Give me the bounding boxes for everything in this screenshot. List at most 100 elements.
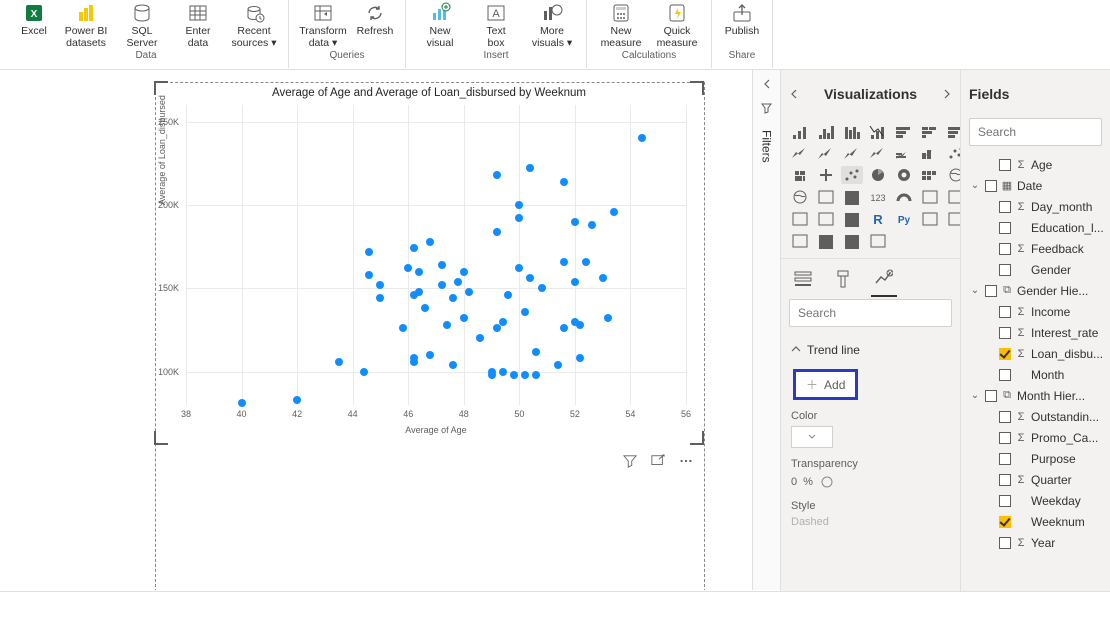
data-point[interactable] bbox=[449, 294, 457, 302]
data-point[interactable] bbox=[515, 264, 523, 272]
ribbon-publish-button[interactable]: Publish bbox=[718, 0, 766, 37]
collapse-icon[interactable] bbox=[789, 89, 799, 99]
field-age[interactable]: ΣAge bbox=[965, 154, 1106, 175]
visual-type-19[interactable] bbox=[919, 166, 941, 184]
ribbon-excel-button[interactable]: XExcel bbox=[10, 0, 58, 37]
field-checkbox[interactable] bbox=[999, 453, 1011, 465]
data-point[interactable] bbox=[415, 288, 423, 296]
data-point[interactable] bbox=[293, 396, 301, 404]
field-year[interactable]: ΣYear bbox=[965, 532, 1106, 553]
visual-type-17[interactable] bbox=[867, 166, 889, 184]
visual-type-15[interactable] bbox=[815, 166, 837, 184]
field-promo_ca-[interactable]: ΣPromo_Ca... bbox=[965, 427, 1106, 448]
visual-type-6[interactable] bbox=[945, 122, 960, 140]
data-point[interactable] bbox=[588, 221, 596, 229]
visual-type-0[interactable] bbox=[789, 122, 811, 140]
fields-search-input[interactable] bbox=[976, 124, 1110, 140]
visual-type-37[interactable] bbox=[841, 232, 863, 250]
field-feedback[interactable]: ΣFeedback bbox=[965, 238, 1106, 259]
field-checkbox[interactable] bbox=[999, 264, 1011, 276]
field-checkbox[interactable] bbox=[985, 285, 997, 297]
data-point[interactable] bbox=[499, 368, 507, 376]
visual-type-38[interactable] bbox=[867, 232, 889, 250]
scatter-chart[interactable]: Average of Age and Average of Loan_disbu… bbox=[156, 83, 702, 443]
ribbon-enter-button[interactable]: Enterdata bbox=[170, 0, 226, 49]
data-point[interactable] bbox=[515, 214, 523, 222]
ribbon-refresh-button[interactable]: Refresh bbox=[351, 0, 399, 37]
ribbon-transform-button[interactable]: Transformdata ▾ bbox=[295, 0, 351, 49]
visual-container[interactable]: Average of Age and Average of Loan_disbu… bbox=[155, 82, 705, 590]
visual-type-24[interactable]: 123 bbox=[867, 188, 889, 206]
data-point[interactable] bbox=[604, 314, 612, 322]
visual-type-36[interactable] bbox=[815, 232, 837, 250]
fields-tab[interactable] bbox=[793, 269, 815, 291]
visual-type-4[interactable] bbox=[893, 122, 915, 140]
visual-type-20[interactable] bbox=[945, 166, 960, 184]
ribbon-pbi-button[interactable]: Power BIdatasets bbox=[58, 0, 114, 49]
visual-type-3[interactable] bbox=[867, 122, 889, 140]
visual-type-22[interactable] bbox=[815, 188, 837, 206]
data-point[interactable] bbox=[493, 324, 501, 332]
field-checkbox[interactable] bbox=[985, 180, 997, 192]
data-point[interactable] bbox=[599, 274, 607, 282]
format-tab[interactable] bbox=[833, 269, 855, 291]
field-checkbox[interactable] bbox=[999, 516, 1011, 528]
visual-type-26[interactable] bbox=[919, 188, 941, 206]
visual-type-31[interactable]: R bbox=[867, 210, 889, 228]
trend-line-section[interactable]: Trend line bbox=[791, 337, 950, 363]
data-point[interactable] bbox=[538, 284, 546, 292]
data-point[interactable] bbox=[443, 321, 451, 329]
data-point[interactable] bbox=[493, 171, 501, 179]
data-point[interactable] bbox=[499, 318, 507, 326]
data-point[interactable] bbox=[532, 348, 540, 356]
ribbon-quick-button[interactable]: Quickmeasure bbox=[649, 0, 705, 49]
field-checkbox[interactable] bbox=[999, 159, 1011, 171]
data-point[interactable] bbox=[638, 134, 646, 142]
visual-type-34[interactable] bbox=[945, 210, 960, 228]
field-day_month[interactable]: ΣDay_month bbox=[965, 196, 1106, 217]
data-point[interactable] bbox=[335, 358, 343, 366]
field-weekday[interactable]: Weekday bbox=[965, 490, 1106, 511]
expand-icon[interactable] bbox=[761, 78, 773, 90]
visual-type-8[interactable] bbox=[815, 144, 837, 162]
ribbon-newmeasure-button[interactable]: Newmeasure bbox=[593, 0, 649, 49]
data-point[interactable] bbox=[360, 368, 368, 376]
resize-handle-tl[interactable] bbox=[154, 81, 168, 95]
field-loan_disbu-[interactable]: ΣLoan_disbu... bbox=[965, 343, 1106, 364]
data-point[interactable] bbox=[376, 294, 384, 302]
data-point[interactable] bbox=[449, 361, 457, 369]
filters-pane-collapsed[interactable]: Filters bbox=[752, 70, 780, 590]
field-month[interactable]: Month bbox=[965, 364, 1106, 385]
data-point[interactable] bbox=[421, 304, 429, 312]
field-purpose[interactable]: Purpose bbox=[965, 448, 1106, 469]
visual-type-9[interactable] bbox=[841, 144, 863, 162]
data-point[interactable] bbox=[571, 218, 579, 226]
visual-type-2[interactable] bbox=[841, 122, 863, 140]
visual-type-10[interactable] bbox=[867, 144, 889, 162]
visual-type-28[interactable] bbox=[789, 210, 811, 228]
visual-type-30[interactable] bbox=[841, 210, 863, 228]
data-point[interactable] bbox=[571, 278, 579, 286]
expand-right-icon[interactable] bbox=[942, 89, 952, 99]
field-education_l-[interactable]: Education_l... bbox=[965, 217, 1106, 238]
field-date[interactable]: ⌄▦Date bbox=[965, 175, 1106, 196]
data-point[interactable] bbox=[488, 368, 496, 376]
visual-type-27[interactable] bbox=[945, 188, 960, 206]
field-checkbox[interactable] bbox=[999, 201, 1011, 213]
transparency-control[interactable]: 0 % bbox=[791, 474, 950, 490]
data-point[interactable] bbox=[399, 324, 407, 332]
data-point[interactable] bbox=[610, 208, 618, 216]
more-options-icon[interactable] bbox=[678, 453, 694, 469]
data-point[interactable] bbox=[526, 274, 534, 282]
field-checkbox[interactable] bbox=[999, 348, 1011, 360]
color-picker[interactable] bbox=[791, 426, 833, 448]
visual-type-35[interactable] bbox=[789, 232, 811, 250]
resize-handle-bl[interactable] bbox=[154, 431, 168, 445]
data-point[interactable] bbox=[460, 268, 468, 276]
visual-type-29[interactable] bbox=[815, 210, 837, 228]
data-point[interactable] bbox=[582, 258, 590, 266]
resize-handle-tr[interactable] bbox=[690, 81, 704, 95]
field-checkbox[interactable] bbox=[999, 327, 1011, 339]
data-point[interactable] bbox=[365, 271, 373, 279]
data-point[interactable] bbox=[521, 371, 529, 379]
